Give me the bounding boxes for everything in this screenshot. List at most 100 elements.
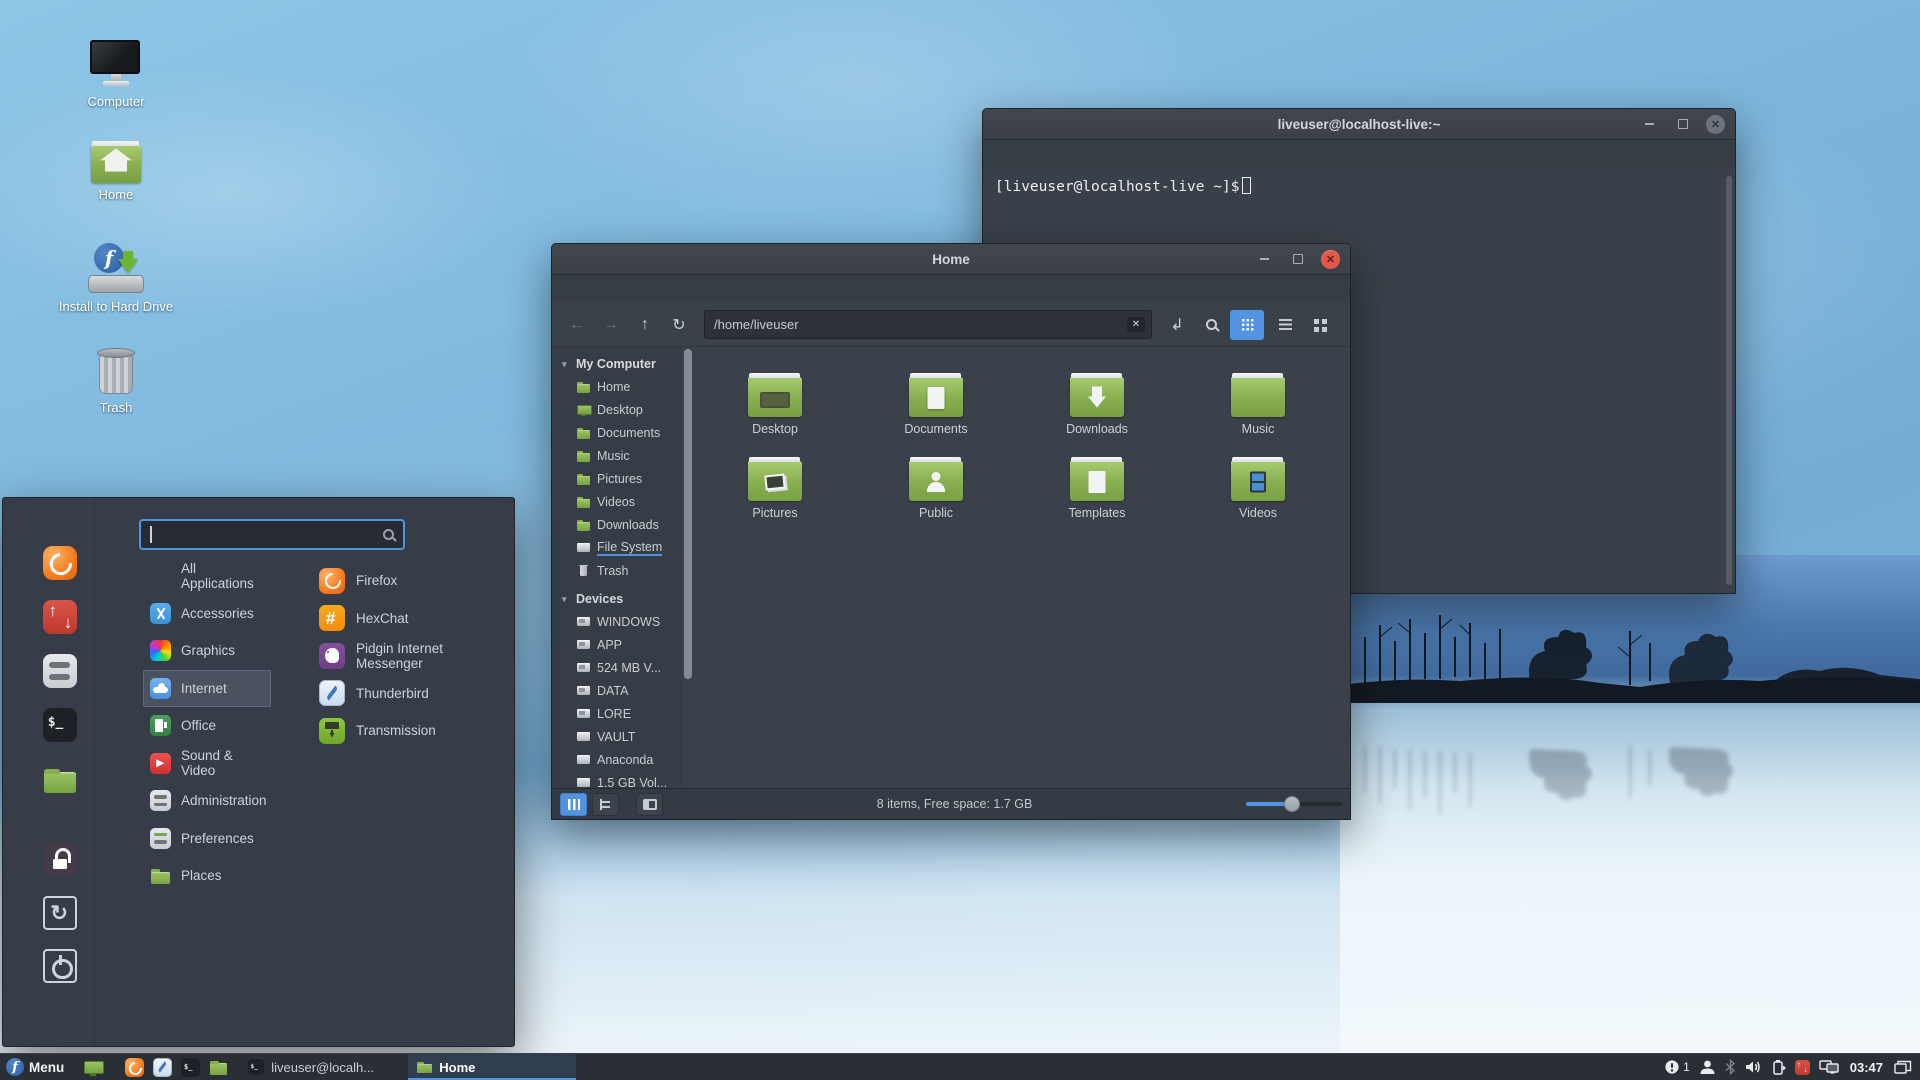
sidebar-item[interactable]: Home xyxy=(562,375,682,398)
bluetooth-icon[interactable] xyxy=(1725,1059,1736,1075)
expander-icon[interactable]: ▾ xyxy=(562,359,572,370)
terminal-icon[interactable] xyxy=(181,1057,201,1077)
folder-item[interactable]: Downloads xyxy=(1032,373,1162,461)
location-bar[interactable]: /home/liveuser ✕ xyxy=(704,310,1152,339)
user-applet-icon[interactable] xyxy=(1699,1059,1716,1075)
sidebar-item[interactable]: Trash xyxy=(562,559,682,582)
sidebar-item[interactable]: Downloads xyxy=(562,513,682,536)
sidebar-item[interactable]: WINDOWS xyxy=(562,610,682,633)
zoom-slider[interactable] xyxy=(1246,794,1342,814)
taskbar-window-button[interactable]: Home xyxy=(408,1054,577,1080)
folder-item[interactable]: Pictures xyxy=(710,457,840,545)
menu-button[interactable]: f Menu xyxy=(0,1054,73,1080)
search-button[interactable] xyxy=(1196,311,1226,339)
folder-item[interactable]: Videos xyxy=(1193,457,1323,545)
category-item[interactable]: Sound & Video xyxy=(143,745,271,783)
minimize-button[interactable] xyxy=(1640,115,1659,134)
terminal-favorite-icon[interactable] xyxy=(43,708,77,742)
list-view-button[interactable] xyxy=(1268,310,1302,340)
category-item[interactable]: Graphics xyxy=(143,632,271,670)
folder-item[interactable]: Documents xyxy=(871,373,1001,461)
application-item[interactable]: Thunderbird xyxy=(319,675,511,713)
terminal-titlebar[interactable]: liveuser@localhost-live:~ ✕ xyxy=(983,109,1735,140)
minimize-button[interactable] xyxy=(1255,250,1274,269)
firefox-icon[interactable] xyxy=(125,1057,145,1077)
sidebar-section-header[interactable]: ▾ My Computer xyxy=(562,353,682,375)
refresh-button[interactable]: ↻ xyxy=(664,311,694,339)
sidebar-item[interactable]: Music xyxy=(562,444,682,467)
folder-item[interactable]: Public xyxy=(871,457,1001,545)
sidebar-item[interactable]: DATA xyxy=(562,679,682,702)
toggle-location-entry-button[interactable]: ↲ xyxy=(1162,311,1192,339)
sidebar-item[interactable]: File System xyxy=(562,536,682,559)
sidebar-item[interactable]: LORE xyxy=(562,702,682,725)
software-updater-favorite-icon[interactable] xyxy=(43,600,77,634)
sidebar-item[interactable]: Documents xyxy=(562,421,682,444)
maximize-button[interactable] xyxy=(1288,250,1307,269)
desktop-icon-trash[interactable]: Trash xyxy=(58,348,174,415)
notifications-icon[interactable] xyxy=(1664,1059,1680,1075)
sidebar-item[interactable]: Pictures xyxy=(562,467,682,490)
thunderbird-icon[interactable] xyxy=(153,1057,173,1077)
lock-screen-favorite-icon[interactable] xyxy=(43,842,77,876)
power-battery-icon[interactable] xyxy=(1772,1059,1786,1075)
close-button[interactable]: ✕ xyxy=(1706,114,1725,134)
sidebar-item[interactable]: 524 MB V... xyxy=(562,656,682,679)
expander-icon[interactable]: ▾ xyxy=(562,594,572,605)
category-item[interactable]: All Applications xyxy=(143,557,271,595)
network-icon[interactable] xyxy=(1819,1059,1839,1075)
folder-item[interactable]: Music xyxy=(1193,373,1323,461)
search-input[interactable] xyxy=(139,519,405,550)
folder-icon xyxy=(909,457,963,501)
category-item[interactable]: Office xyxy=(143,707,271,745)
sidebar-item[interactable]: 1.5 GB Vol... xyxy=(562,771,682,788)
show-desktop-button[interactable] xyxy=(73,1054,113,1080)
zoom-slider-thumb[interactable] xyxy=(1284,796,1301,812)
application-item[interactable]: HexChat xyxy=(319,600,511,638)
category-item[interactable]: Internet xyxy=(143,669,271,707)
application-item[interactable]: Firefox xyxy=(319,562,511,600)
sidebar-item[interactable]: APP xyxy=(562,633,682,656)
toggle-sidebar-button[interactable] xyxy=(636,792,663,816)
category-item[interactable]: Preferences xyxy=(143,820,271,858)
clock[interactable]: 03:47 xyxy=(1850,1060,1883,1075)
files-icon[interactable] xyxy=(209,1058,228,1077)
window-list-icon[interactable] xyxy=(1894,1060,1912,1075)
volume-icon[interactable] xyxy=(1745,1059,1763,1075)
sidebar-section-header[interactable]: ▾ Devices xyxy=(562,588,682,610)
up-button[interactable]: ↑ xyxy=(630,311,660,339)
application-item[interactable]: Transmission xyxy=(319,712,511,750)
folder-item[interactable]: Templates xyxy=(1032,457,1162,545)
terminal-scrollbar[interactable] xyxy=(1726,176,1732,585)
desktop-icon-computer[interactable]: Computer xyxy=(58,40,174,109)
sidebar-item[interactable]: VAULT xyxy=(562,725,682,748)
show-places-button[interactable] xyxy=(560,792,587,816)
forward-button[interactable]: → xyxy=(596,311,626,339)
category-item[interactable]: Places xyxy=(143,857,271,895)
folder-item[interactable]: Desktop xyxy=(710,373,840,461)
sidebar-item[interactable]: Desktop xyxy=(562,398,682,421)
application-item[interactable]: Pidgin Internet Messenger xyxy=(319,637,511,675)
maximize-button[interactable] xyxy=(1673,115,1692,134)
sidebar-item[interactable]: Videos xyxy=(562,490,682,513)
updates-available-icon[interactable] xyxy=(1794,1059,1810,1075)
compact-view-button[interactable] xyxy=(1306,310,1340,340)
sidebar-item[interactable]: Anaconda xyxy=(562,748,682,771)
desktop-icon-home[interactable]: Home xyxy=(58,141,174,202)
icon-view-button[interactable] xyxy=(1230,309,1264,340)
taskbar-window-button[interactable]: liveuser@localh... xyxy=(240,1054,408,1080)
sidebar-scrollbar[interactable] xyxy=(684,349,692,679)
category-item[interactable]: Accessories xyxy=(143,595,271,633)
clear-location-icon[interactable]: ✕ xyxy=(1127,317,1145,332)
desktop-icon-installer[interactable]: f Install to Hard Drive xyxy=(58,243,174,314)
show-treeview-button[interactable] xyxy=(592,792,619,816)
shutdown-favorite-icon[interactable] xyxy=(43,949,77,983)
files-favorite-icon[interactable] xyxy=(43,762,77,796)
file-manager-titlebar[interactable]: Home ✕ xyxy=(552,244,1350,275)
back-button[interactable]: ← xyxy=(562,311,592,339)
close-button[interactable]: ✕ xyxy=(1321,249,1340,269)
system-settings-favorite-icon[interactable] xyxy=(43,654,77,688)
category-item[interactable]: Administration xyxy=(143,782,271,820)
logout-favorite-icon[interactable] xyxy=(43,896,77,930)
firefox-favorite-icon[interactable] xyxy=(43,546,77,580)
